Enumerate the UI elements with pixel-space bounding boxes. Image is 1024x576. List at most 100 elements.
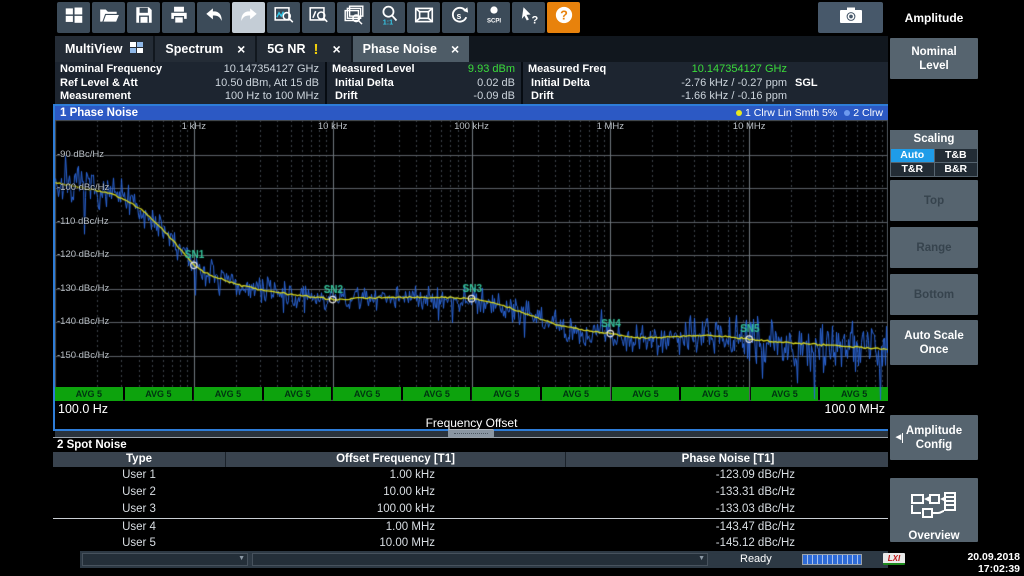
tab-label: 5G NR	[267, 42, 305, 56]
chevron-down-icon: ▼	[238, 555, 245, 562]
print-button[interactable]	[162, 2, 195, 33]
help-button[interactable]: ?	[547, 2, 580, 33]
info-row: Measured Level9.93 dBm	[332, 63, 515, 77]
help-icon: ?	[553, 4, 575, 31]
info-value: 0.02 dB	[477, 77, 515, 91]
range-button[interactable]: Range	[890, 227, 978, 268]
overview-button[interactable]: Overview	[890, 478, 978, 542]
redo-icon	[238, 4, 260, 31]
table-cell: 10.00 MHz	[225, 535, 565, 552]
info-value: -1.66 kHz / -0.16 ppm	[681, 90, 787, 104]
info-row: Measurement100 Hz to 100 MHz	[60, 90, 319, 104]
scaling-option-t-b[interactable]: T&B	[935, 149, 978, 162]
status-dropdown-left[interactable]: ▼	[82, 553, 248, 566]
windows-logo-icon	[63, 4, 85, 31]
info-label: Measured Freq	[528, 63, 606, 77]
phase-noise-window-header[interactable]: 1 Phase Noise 1 Clrw Lin Smth 5%2 Clrw	[55, 106, 888, 120]
scaling-option-b-r[interactable]: B&R	[935, 163, 978, 176]
trace-color-dot	[844, 110, 850, 116]
auto-scale-once-button[interactable]: Auto Scale Once	[890, 320, 978, 365]
screenshot-button[interactable]	[818, 2, 883, 33]
phase-noise-plot[interactable]: AVG 5AVG 5AVG 5AVG 5AVG 5AVG 5AVG 5AVG 5…	[55, 120, 888, 401]
status-ready-label: Ready	[740, 552, 772, 567]
open-file-button[interactable]	[92, 2, 125, 33]
info-value: 100 Hz to 100 MHz	[225, 90, 319, 104]
info-value: 10.147354127 GHz	[692, 63, 787, 77]
context-help-button[interactable]: ?	[512, 2, 545, 33]
trace-legend: 1 Clrw Lin Smth 5% 2 Clrw	[736, 107, 883, 119]
table-cell: -145.12 dBc/Hz	[565, 535, 890, 552]
info-value: 10.147354127 GHz	[224, 63, 319, 77]
zoom-trace-icon	[273, 4, 295, 31]
amplitude-config-button[interactable]: ◀ Amplitude Config	[890, 415, 978, 460]
tab-spectrum[interactable]: Spectrum×	[155, 36, 255, 62]
multiview-grid-icon	[130, 42, 143, 56]
lxi-logo: LXI	[883, 553, 905, 565]
redo-button[interactable]	[232, 2, 265, 33]
zoom-one-to-one-button[interactable]: 1:1	[372, 2, 405, 33]
table-row[interactable]: User 11.00 kHz-123.09 dBc/Hz	[53, 467, 890, 484]
table-cell: -133.03 dBc/Hz	[565, 501, 890, 518]
tab-phase-noise[interactable]: Phase Noise×	[353, 36, 470, 62]
table-row[interactable]: User 41.00 MHz-143.47 dBc/Hz	[53, 518, 890, 535]
spot-noise-table-body: User 11.00 kHz-123.09 dBc/HzUser 210.00 …	[53, 467, 890, 552]
table-cell: -123.09 dBc/Hz	[565, 467, 890, 484]
tab-close-icon[interactable]: ×	[451, 41, 459, 57]
info-column-2: Measured Freq 10.147354127 GHz Initial De…	[521, 62, 886, 104]
info-label: Drift	[528, 90, 554, 104]
tab-5g-nr[interactable]: 5G NR!×	[257, 36, 350, 62]
info-column-1: Measured Level9.93 dBm Initial Delta 0.02…	[325, 62, 521, 104]
nominal-level-button[interactable]: Nominal Level	[890, 38, 978, 79]
table-cell: 1.00 MHz	[225, 519, 565, 535]
single-sweep-refresh-button[interactable]: s	[442, 2, 475, 33]
spot-noise-window: 2 Spot Noise TypeOffset Frequency [T1]Ph…	[53, 437, 890, 551]
channel-tab-bar: MultiView Spectrum×5G NR!×Phase Noise×	[55, 36, 888, 62]
frequency-range-row: 100.0 Hz 100.0 MHz	[55, 401, 888, 416]
status-message-dropdown[interactable]: ▼	[252, 553, 708, 566]
save-button[interactable]	[127, 2, 160, 33]
svg-text:1:1: 1:1	[382, 18, 392, 26]
info-label: Initial Delta	[332, 77, 394, 91]
info-label: Drift	[332, 90, 358, 104]
tab-multiview[interactable]: MultiView	[55, 36, 153, 62]
info-value: 9.93 dBm	[468, 63, 515, 77]
undo-button[interactable]	[197, 2, 230, 33]
windows-logo-button[interactable]	[57, 2, 90, 33]
display-frame-button[interactable]	[407, 2, 440, 33]
plot-traces	[55, 120, 888, 401]
info-label: Nominal Frequency	[60, 63, 162, 77]
tab-label: MultiView	[65, 42, 122, 56]
zoom-selection-icon	[308, 4, 330, 31]
tab-close-icon[interactable]: ×	[332, 41, 340, 57]
scaling-option-auto[interactable]: Auto	[891, 149, 934, 162]
table-cell: 10.00 kHz	[225, 484, 565, 501]
top-button[interactable]: Top	[890, 180, 978, 221]
toolbar: 1:1 s SCPI??	[0, 0, 1024, 36]
display-frame-icon	[413, 4, 435, 31]
zoom-selection-button[interactable]	[302, 2, 335, 33]
zoom-trace-button[interactable]	[267, 2, 300, 33]
scaling-options: AutoT&BT&RB&R	[890, 148, 978, 177]
table-row[interactable]: User 3100.00 kHz-133.03 dBc/Hz	[53, 501, 890, 518]
table-row[interactable]: User 210.00 kHz-133.31 dBc/Hz	[53, 484, 890, 501]
table-row[interactable]: User 510.00 MHz-145.12 dBc/Hz	[53, 535, 890, 552]
zoom-one-to-one-icon: 1:1	[378, 4, 400, 31]
scpi-recorder-button[interactable]: SCPI	[477, 2, 510, 33]
context-help-icon: ?	[518, 4, 540, 31]
info-value: -0.09 dB	[473, 90, 515, 104]
status-bar: ▼ ▼ Ready	[80, 551, 888, 568]
tab-close-icon[interactable]: ×	[237, 41, 245, 57]
legend-item: 1 Clrw Lin Smth 5%	[736, 107, 837, 119]
zoom-multiple-button[interactable]	[337, 2, 370, 33]
svg-text:?: ?	[560, 9, 568, 23]
info-label: Initial Delta	[528, 77, 590, 91]
legend-label: 2 Clrw	[853, 107, 883, 119]
table-cell: -133.31 dBc/Hz	[565, 484, 890, 501]
bottom-button[interactable]: Bottom	[890, 274, 978, 315]
table-cell: 100.00 kHz	[225, 501, 565, 518]
zoom-multiple-icon	[343, 4, 365, 31]
scaling-option-t-r[interactable]: T&R	[891, 163, 934, 176]
info-label: Ref Level & Att	[60, 77, 138, 91]
info-row: Measured Freq 10.147354127 GHz	[528, 63, 880, 77]
svg-text:SCPI: SCPI	[486, 19, 500, 25]
